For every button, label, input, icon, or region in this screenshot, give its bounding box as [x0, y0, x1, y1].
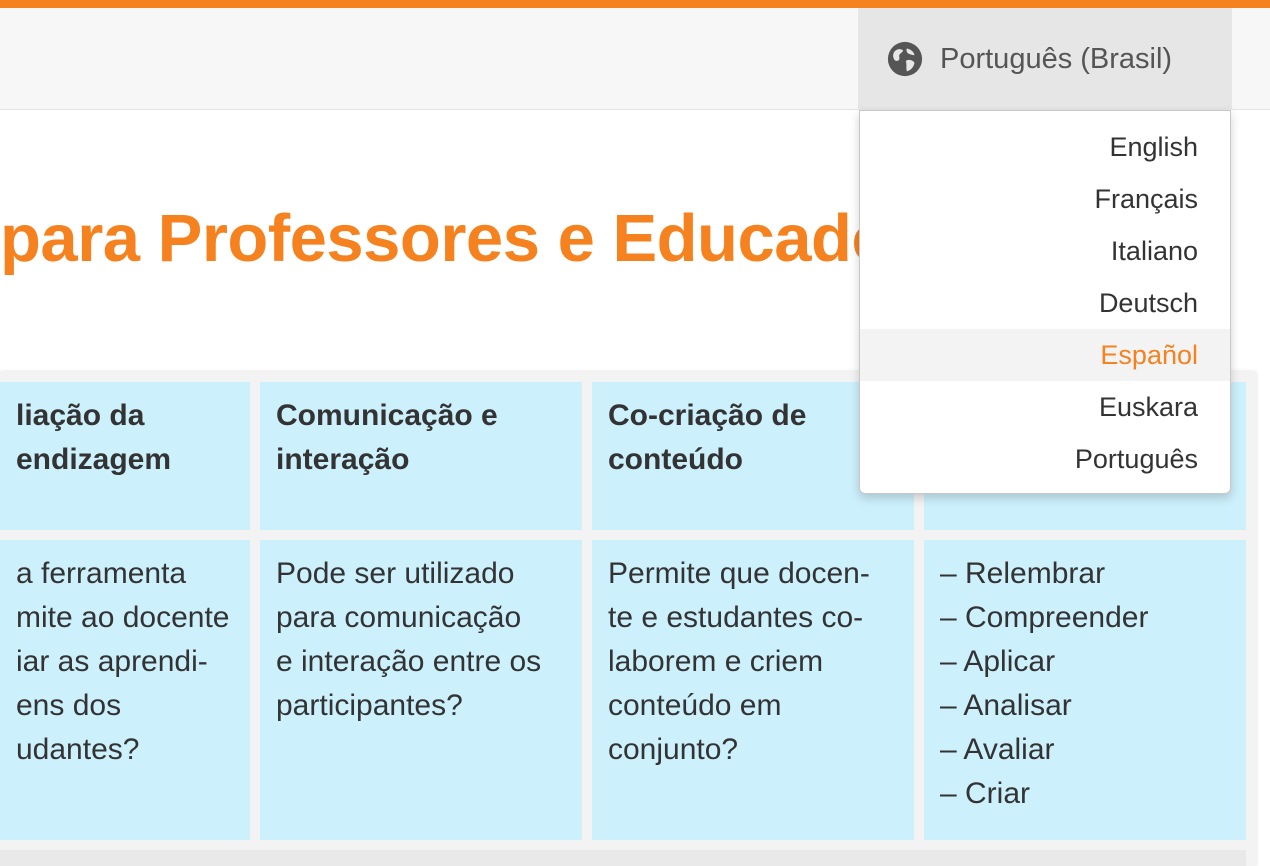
- language-selector-label: Português (Brasil): [940, 42, 1173, 75]
- header-cell-assessment: liação da endizagem: [0, 382, 250, 530]
- body-line: conteúdo em: [608, 689, 782, 722]
- taxonomy-list-item: – Analisar: [940, 689, 1072, 722]
- body-line: te e estudantes co-: [608, 601, 864, 634]
- header-line: Co-criação de: [608, 399, 807, 432]
- taxonomy-list-item: – Relembrar: [940, 557, 1106, 590]
- header-line: Comunicação e: [276, 399, 498, 432]
- page-title: para Professores e Educado: [0, 201, 892, 276]
- taxonomy-list-item: – Aplicar: [940, 645, 1056, 678]
- header-line: interação: [276, 443, 410, 476]
- body-line: laborem e criem: [608, 645, 824, 678]
- language-option-french[interactable]: Français: [860, 173, 1230, 225]
- taxonomy-list-item: – Criar: [940, 777, 1031, 810]
- body-cell-cocreation: Permite que docen- te e estudantes co- l…: [592, 540, 914, 840]
- header-line: liação da: [16, 399, 145, 432]
- language-option-basque[interactable]: Euskara: [860, 381, 1230, 433]
- body-line: para comunicação: [276, 601, 522, 634]
- body-cell-communication: Pode ser utilizado para comunicação e in…: [260, 540, 582, 840]
- body-line: conjunto?: [608, 733, 739, 766]
- header-line: conteúdo: [608, 443, 743, 476]
- body-line: mite ao docente: [16, 601, 230, 634]
- language-option-italian[interactable]: Italiano: [860, 225, 1230, 277]
- taxonomy-list-item: – Compreender: [940, 601, 1149, 634]
- taxonomy-list-item: – Avaliar: [940, 733, 1055, 766]
- body-line: Permite que docen-: [608, 557, 870, 590]
- globe-icon: [887, 41, 923, 77]
- body-cell-taxonomy: – Relembrar – Compreender – Aplicar – An…: [924, 540, 1246, 840]
- body-line: a ferramenta: [16, 557, 187, 590]
- top-accent-bar: [0, 0, 1270, 8]
- language-dropdown-menu: English Français Italiano Deutsch Españo…: [859, 110, 1231, 494]
- body-line: participantes?: [276, 689, 463, 722]
- language-option-portuguese[interactable]: Português: [860, 433, 1230, 485]
- table-footer-bar: [0, 850, 1246, 866]
- body-cell-assessment: a ferramenta mite ao docente iar as apre…: [0, 540, 250, 840]
- body-line: iar as aprendi-: [16, 645, 208, 678]
- language-option-german[interactable]: Deutsch: [860, 277, 1230, 329]
- body-line: ens dos: [16, 689, 122, 722]
- header-cell-communication: Comunicação e interação: [260, 382, 582, 530]
- language-selector-button[interactable]: Português (Brasil): [858, 8, 1232, 110]
- header-line: endizagem: [16, 443, 172, 476]
- language-option-spanish[interactable]: Español: [860, 329, 1230, 381]
- body-line: Pode ser utilizado: [276, 557, 515, 590]
- body-line: e interação entre os: [276, 645, 542, 678]
- body-line: udantes?: [16, 733, 140, 766]
- language-option-english[interactable]: English: [860, 121, 1230, 173]
